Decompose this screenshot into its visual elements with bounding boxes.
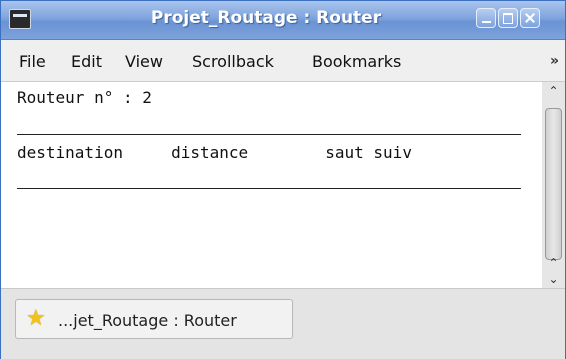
menu-scrollback[interactable]: Scrollback: [192, 52, 274, 71]
close-button[interactable]: [520, 8, 540, 28]
menu-bar: File Edit View Scrollback Bookmarks »: [1, 40, 565, 82]
menu-overflow-button[interactable]: »: [550, 53, 559, 69]
window-title: Projet_Routage : Router: [150, 8, 382, 28]
terminal-window: Projet_Routage : Router File Edit View S…: [0, 0, 566, 359]
menu-bookmarks[interactable]: Bookmarks: [312, 52, 401, 71]
star-icon: ★: [26, 306, 46, 331]
scroll-down-icon[interactable]: ⌄: [542, 270, 565, 288]
maximize-button[interactable]: [498, 8, 518, 28]
title-bar[interactable]: Projet_Routage : Router: [1, 1, 565, 40]
session-tab[interactable]: ★ ...jet_Routage : Router: [15, 299, 293, 339]
minimize-button[interactable]: [476, 8, 496, 28]
session-tab-label: ...jet_Routage : Router: [58, 311, 237, 330]
tab-bar: ★ ...jet_Routage : Router: [1, 288, 565, 359]
table-bottom-rule: [17, 188, 521, 189]
vertical-scrollbar[interactable]: ⌃ ⌃ ⌄: [542, 82, 565, 288]
scrollbar-thumb[interactable]: [545, 108, 562, 260]
table-top-rule: [17, 134, 521, 135]
menu-edit[interactable]: Edit: [71, 52, 102, 71]
menu-view[interactable]: View: [125, 52, 163, 71]
scroll-up-icon[interactable]: ⌃: [542, 82, 565, 100]
routing-table-header: destination distance saut suiv: [17, 143, 412, 162]
terminal-output[interactable]: Routeur n° : 2 destination distance saut…: [1, 82, 542, 288]
router-number-line: Routeur n° : 2: [17, 88, 152, 107]
menu-file[interactable]: File: [19, 52, 46, 71]
